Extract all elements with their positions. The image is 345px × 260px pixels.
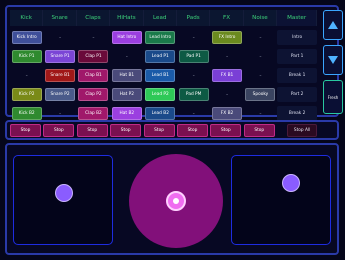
clip-grid: Kick Intro - - Hat Intro Lead Intro - FX… [10, 29, 318, 124]
empty-slot[interactable]: - [126, 53, 128, 60]
xy-pad-left-handle[interactable] [55, 184, 73, 202]
stop-button-lead[interactable]: Stop [143, 123, 175, 137]
empty-slot[interactable]: - [226, 91, 228, 98]
header-lead: Lead [143, 10, 177, 26]
empty-slot[interactable]: - [259, 53, 261, 60]
empty-slot[interactable]: - [59, 34, 61, 41]
performance-pad-panel [5, 143, 339, 255]
empty-slot[interactable]: - [193, 72, 195, 79]
clip-launcher-panel: Kick Snare Claps HiHats Lead Pads FX Noi… [5, 5, 343, 121]
clip-pad-p1[interactable]: Pad P1 [178, 50, 209, 63]
arrow-down-icon [328, 56, 338, 64]
stop-row: Stop Stop Stop Stop Stop Stop Stop Stop … [5, 120, 339, 140]
scene-launch-part1[interactable]: Part 1 [277, 49, 318, 64]
clip-clap-p1[interactable]: Clap P1 [78, 50, 109, 63]
clip-clap-p2[interactable]: Clap P2 [78, 88, 109, 101]
empty-slot[interactable]: - [59, 110, 61, 117]
stop-button-kick[interactable]: Stop [10, 123, 41, 137]
empty-slot[interactable]: - [26, 72, 28, 79]
clip-snare-p1[interactable]: Snare P1 [45, 50, 76, 63]
rotary-pad-center [173, 198, 179, 204]
xy-pad-right[interactable] [231, 155, 331, 245]
arrow-up-icon [328, 21, 338, 29]
scene-row: Kick Intro - - Hat Intro Lead Intro - FX… [10, 29, 318, 46]
clip-kick-b2[interactable]: Kick B2 [11, 107, 42, 120]
rotary-pad-handle[interactable] [166, 191, 186, 211]
empty-slot[interactable]: - [259, 34, 261, 41]
scroll-down-button[interactable] [323, 45, 343, 75]
scene-row: Kick P1 Snare P1 Clap P1 - Lead P1 Pad P… [10, 48, 318, 65]
scroll-up-button[interactable] [323, 10, 343, 40]
clip-hat-b2[interactable]: Hat B2 [111, 107, 142, 120]
xy-pad-right-handle[interactable] [282, 174, 300, 192]
rotary-pad[interactable] [129, 154, 223, 248]
stop-button-fx[interactable]: Stop [210, 123, 242, 137]
header-kick: Kick [10, 10, 44, 26]
empty-slot[interactable]: - [259, 110, 261, 117]
empty-slot[interactable]: - [92, 34, 94, 41]
clip-snare-p2[interactable]: Snare P2 [45, 88, 76, 101]
clip-kick-p2[interactable]: Kick P2 [11, 88, 42, 101]
stop-button-noise[interactable]: Stop [243, 123, 275, 137]
stop-button-claps[interactable]: Stop [76, 123, 108, 137]
header-snare: Snare [43, 10, 77, 26]
clip-fx-b1[interactable]: FX B1 [212, 69, 243, 82]
clip-kick-p1[interactable]: Kick P1 [11, 50, 42, 63]
clip-hat-p2[interactable]: Hat P2 [111, 88, 142, 101]
clip-snare-b1[interactable]: Snare B1 [45, 69, 76, 82]
fresh-button[interactable]: Fresh [323, 80, 343, 114]
scene-launch-part2[interactable]: Part 2 [277, 87, 318, 102]
clip-lead-b1[interactable]: Lead B1 [145, 69, 176, 82]
track-header: Kick Snare Claps HiHats Lead Pads FX Noi… [10, 10, 318, 26]
clip-lead-intro[interactable]: Lead Intro [145, 31, 176, 44]
header-hihats: HiHats [110, 10, 144, 26]
scene-launch-intro[interactable]: Intro [277, 30, 318, 45]
xy-pad-left[interactable] [13, 155, 113, 245]
clip-lead-p1[interactable]: Lead P1 [145, 50, 176, 63]
header-fx: FX [210, 10, 244, 26]
clip-clap-b2[interactable]: Clap B2 [78, 107, 109, 120]
empty-slot[interactable]: - [226, 53, 228, 60]
empty-slot[interactable]: - [259, 72, 261, 79]
stop-button-hihats[interactable]: Stop [110, 123, 142, 137]
clip-lead-b2[interactable]: Lead B2 [145, 107, 176, 120]
empty-slot[interactable]: - [193, 34, 195, 41]
clip-spooky[interactable]: Spooky [245, 88, 276, 101]
header-pads: Pads [176, 10, 211, 26]
clip-fx-b2[interactable]: FX B2 [212, 107, 243, 120]
clip-hat-b1[interactable]: Hat B1 [111, 69, 142, 82]
clip-lead-p2[interactable]: Lead P2 [145, 88, 176, 101]
stop-button-pads[interactable]: Stop [176, 123, 208, 137]
scene-launch-break1[interactable]: Break 1 [277, 68, 318, 83]
empty-slot[interactable]: - [193, 110, 195, 117]
clip-clap-b1[interactable]: Clap B1 [78, 69, 109, 82]
header-claps: Claps [76, 10, 111, 26]
clip-hat-intro[interactable]: Hat Intro [111, 31, 142, 44]
header-noise: Noise [243, 10, 278, 26]
stop-button-snare[interactable]: Stop [43, 123, 75, 137]
scene-row: - Snare B1 Clap B1 Hat B1 Lead B1 - FX B… [10, 67, 318, 84]
clip-fx-intro[interactable]: FX Intro [212, 31, 243, 44]
scene-launch-break2[interactable]: Break 2 [277, 106, 318, 121]
header-master: Master [277, 10, 318, 26]
clip-kick-intro[interactable]: Kick Intro [11, 31, 42, 44]
stop-all-button[interactable]: Stop All [287, 123, 318, 137]
scene-row: Kick P2 Snare P2 Clap P2 Hat P2 Lead P2 … [10, 86, 318, 103]
clip-pad-pm[interactable]: Pad PM [178, 88, 209, 101]
